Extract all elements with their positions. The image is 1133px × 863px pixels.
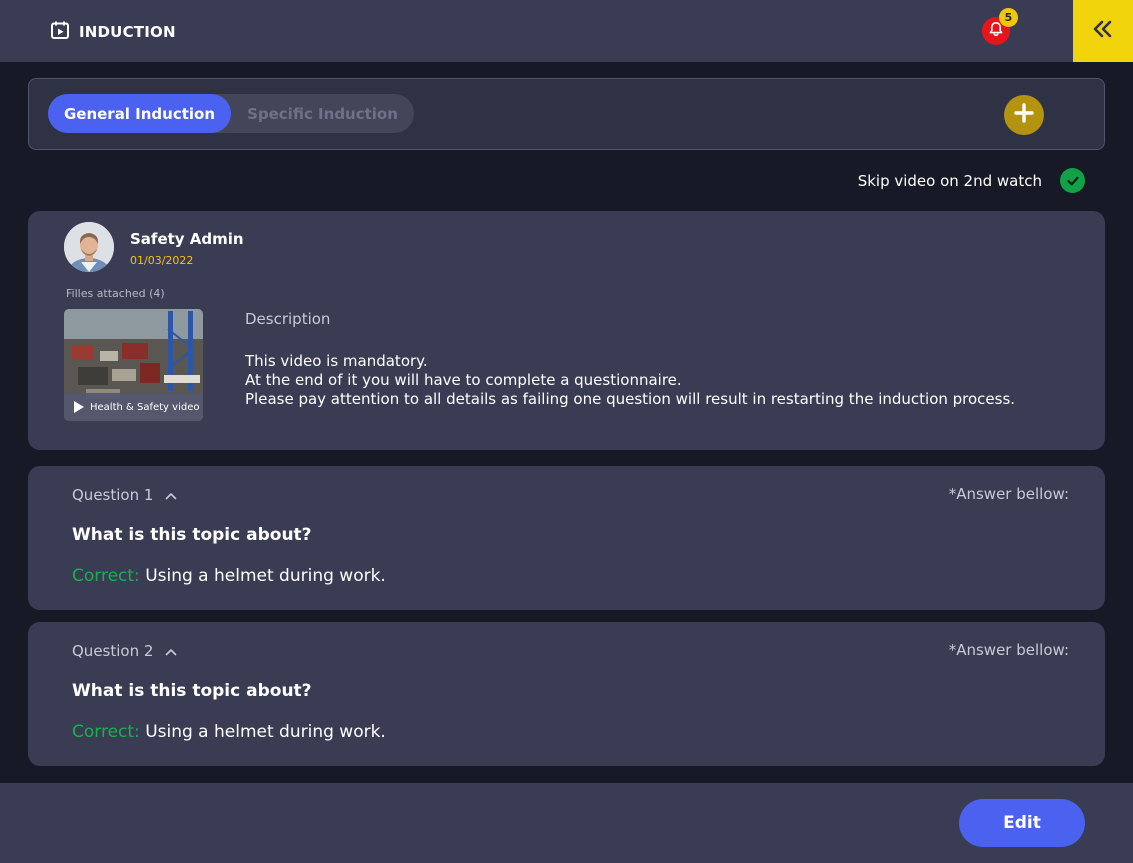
chevron-up-icon	[165, 485, 177, 504]
collapse-sidebar-button[interactable]	[1073, 0, 1133, 62]
edit-button[interactable]: Edit	[959, 799, 1085, 847]
page-title-group: INDUCTION	[50, 20, 176, 44]
question-text: What is this topic about?	[72, 525, 312, 545]
calendar-play-icon	[50, 20, 70, 44]
description-line: At the end of it you will have to comple…	[245, 371, 682, 389]
add-induction-button[interactable]	[1004, 95, 1044, 135]
question-answer: Correct: Using a helmet during work.	[72, 722, 386, 742]
question-label: Question 2	[72, 641, 154, 660]
question-card: Question 1 *Answer bellow: What is this …	[28, 466, 1105, 610]
question-answer: Correct: Using a helmet during work.	[72, 566, 386, 586]
correct-label: Correct:	[72, 722, 140, 742]
answer-text: Using a helmet during work.	[145, 722, 386, 742]
play-icon	[74, 398, 84, 417]
post-date: 01/03/2022	[130, 254, 194, 267]
author-name: Safety Admin	[130, 230, 244, 248]
induction-video-card: Safety Admin 01/03/2022 Filles attached …	[28, 211, 1105, 450]
top-bar: INDUCTION 5	[0, 0, 1133, 62]
chevron-up-icon	[165, 641, 177, 660]
answer-text: Using a helmet during work.	[145, 566, 386, 586]
description-line: Please pay attention to all details as f…	[245, 390, 1016, 408]
description-text: This video is mandatory. At the end of i…	[245, 352, 1015, 409]
video-caption: Health & Safety video	[90, 401, 200, 413]
question-label: Question 1	[72, 485, 154, 504]
description-heading: Description	[245, 310, 331, 328]
skip-video-label: Skip video on 2nd watch	[857, 171, 1042, 190]
induction-tabs-panel: Specific Induction General Induction	[28, 78, 1105, 150]
video-thumbnail[interactable]: Health & Safety video	[64, 309, 203, 421]
correct-label: Correct:	[72, 566, 140, 586]
skip-video-checkbox[interactable]	[1060, 168, 1085, 193]
skip-video-setting: Skip video on 2nd watch	[858, 168, 1085, 193]
tab-specific-induction[interactable]: Specific Induction	[231, 94, 414, 133]
files-attached-label: Filles attached (4)	[66, 287, 165, 300]
induction-tabs: Specific Induction General Induction	[48, 94, 414, 133]
answer-note: *Answer bellow:	[948, 485, 1069, 503]
tab-general-induction[interactable]: General Induction	[48, 94, 231, 133]
answer-note: *Answer bellow:	[948, 641, 1069, 659]
question-header-toggle[interactable]: Question 2	[72, 641, 177, 660]
bottom-action-bar: Edit	[0, 783, 1133, 863]
description-line: This video is mandatory.	[245, 352, 428, 370]
question-card: Question 2 *Answer bellow: What is this …	[28, 622, 1105, 766]
avatar	[64, 222, 114, 272]
page-title: INDUCTION	[79, 23, 176, 41]
notification-count-badge: 5	[999, 8, 1018, 27]
double-chevron-left-icon	[1092, 18, 1114, 44]
plus-icon	[1013, 102, 1035, 128]
question-text: What is this topic about?	[72, 681, 312, 701]
check-icon	[1066, 176, 1079, 185]
video-caption-bar: Health & Safety video	[64, 393, 203, 421]
question-header-toggle[interactable]: Question 1	[72, 485, 177, 504]
